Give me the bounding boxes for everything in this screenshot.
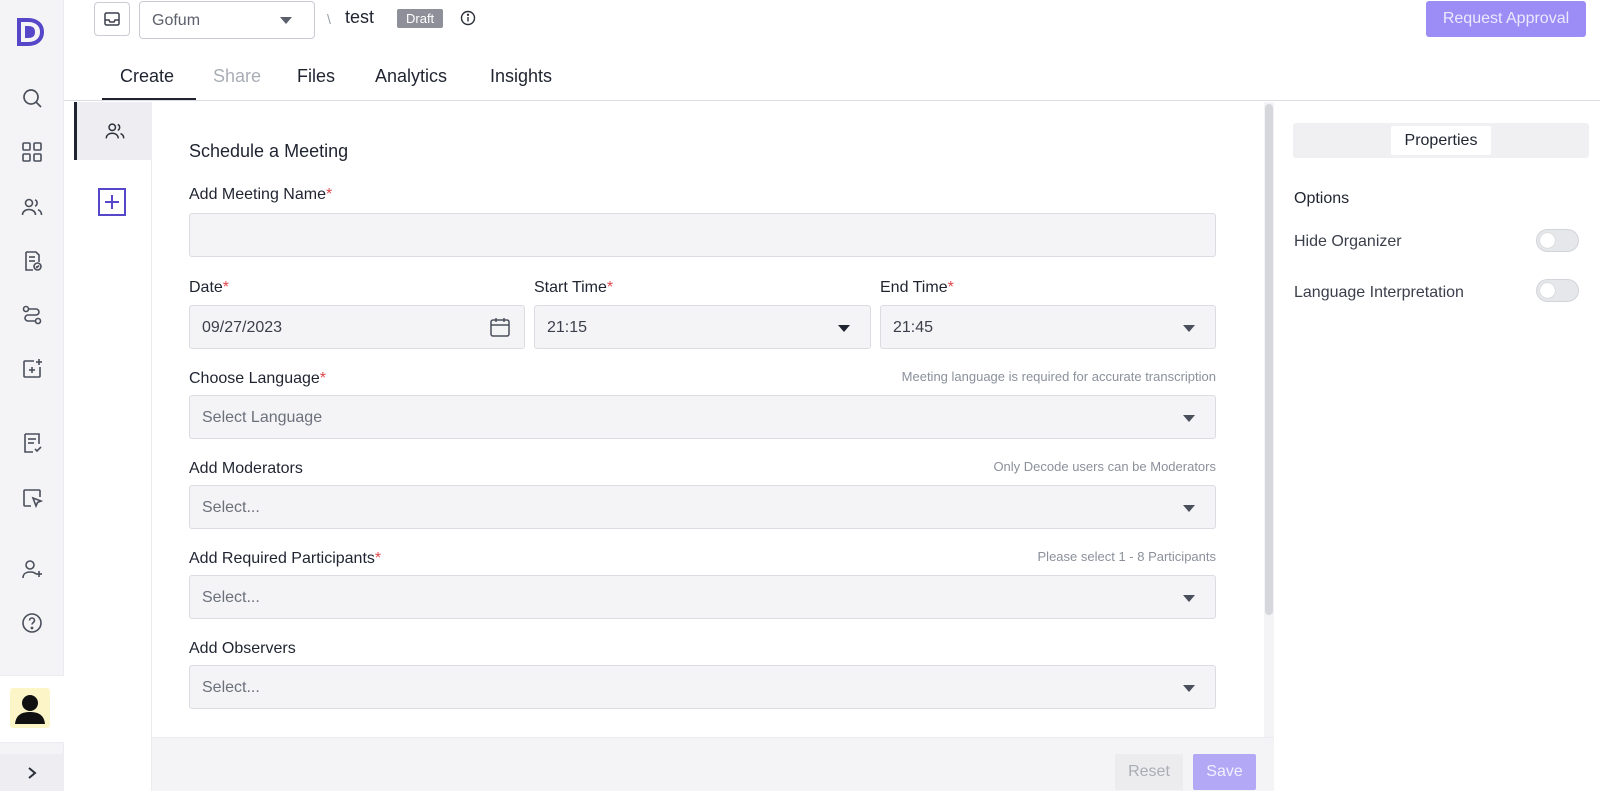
cursor-box-icon[interactable]: [20, 486, 44, 510]
caret-down-icon: [1183, 505, 1195, 512]
request-approval-button[interactable]: Request Approval: [1426, 1, 1586, 37]
tab-share[interactable]: Share: [213, 66, 261, 87]
date-value: 09/27/2023: [202, 319, 283, 336]
caret-down-icon: [838, 325, 850, 332]
start-time-value: 21:15: [547, 319, 588, 336]
top-header: Gofum \ test Draft Request Approval: [64, 0, 1600, 50]
help-icon[interactable]: [20, 611, 44, 635]
scrollbar-thumb[interactable]: [1265, 104, 1273, 615]
participants-select[interactable]: Select...: [189, 575, 1216, 619]
participants-placeholder: Select...: [202, 589, 260, 606]
caret-down-icon: [280, 17, 292, 24]
language-placeholder: Select Language: [202, 409, 323, 426]
moderators-select[interactable]: Select...: [189, 485, 1216, 529]
page-title: test: [345, 7, 375, 27]
add-section-button[interactable]: [98, 188, 126, 216]
language-select[interactable]: Select Language: [189, 395, 1216, 439]
date-field[interactable]: 09/27/2023: [189, 305, 525, 349]
search-icon[interactable]: [20, 86, 44, 110]
language-label: Choose Language*: [189, 370, 327, 387]
avatar[interactable]: [10, 688, 50, 728]
end-time-value: 21:45: [893, 319, 934, 336]
form-footer: [152, 737, 1274, 791]
observers-select[interactable]: Select...: [189, 665, 1216, 709]
calendar-icon[interactable]: [488, 315, 512, 339]
reset-button[interactable]: Reset: [1115, 754, 1183, 790]
participants-label: Add Required Participants*: [189, 550, 382, 567]
inbox-button[interactable]: [94, 2, 130, 36]
active-tab-indicator: [102, 98, 196, 100]
app-logo[interactable]: [15, 17, 45, 52]
moderators-label: Add Moderators: [189, 460, 303, 477]
moderators-hint: Only Decode users can be Moderators: [993, 459, 1216, 474]
tab-properties[interactable]: Properties: [1391, 126, 1491, 155]
language-interpretation-label: Language Interpretation: [1294, 284, 1464, 301]
section-item-meeting[interactable]: [74, 102, 152, 160]
plus-icon: [104, 194, 120, 210]
project-select-value: Gofum: [152, 12, 201, 29]
options-heading: Options: [1294, 190, 1350, 207]
language-interpretation-toggle[interactable]: [1536, 279, 1579, 302]
caret-down-icon: [1183, 685, 1195, 692]
section-rail: [74, 102, 152, 791]
participants-hint: Please select 1 - 8 Participants: [1037, 549, 1216, 564]
observers-placeholder: Select...: [202, 679, 260, 696]
start-time-select[interactable]: 21:15: [534, 305, 871, 349]
save-button[interactable]: Save: [1193, 754, 1256, 790]
add-user-icon[interactable]: [20, 557, 44, 581]
tab-files[interactable]: Files: [297, 66, 335, 87]
date-label: Date*: [189, 279, 230, 296]
project-select[interactable]: Gofum: [139, 1, 315, 39]
meeting-name-label: Add Meeting Name*: [189, 186, 333, 203]
expand-sidebar-button[interactable]: [0, 754, 64, 791]
hide-organizer-toggle[interactable]: [1536, 229, 1579, 252]
add-box-icon[interactable]: [20, 357, 44, 381]
left-rail: [0, 0, 64, 791]
status-badge: Draft: [397, 9, 444, 28]
main-tabs: Create Share Files Analytics Insights: [64, 58, 1600, 101]
end-time-label: End Time*: [880, 279, 954, 296]
user-menu[interactable]: [0, 675, 64, 743]
tab-create[interactable]: Create: [120, 66, 174, 87]
users-icon[interactable]: [20, 195, 44, 219]
route-icon[interactable]: [20, 303, 44, 327]
info-icon[interactable]: [460, 10, 476, 26]
form-title: Schedule a Meeting: [189, 141, 349, 161]
tab-analytics[interactable]: Analytics: [375, 66, 447, 87]
moderators-placeholder: Select...: [202, 499, 260, 516]
grid-icon[interactable]: [20, 140, 44, 164]
start-time-label: Start Time*: [534, 279, 614, 296]
caret-down-icon: [1183, 415, 1195, 422]
tab-insights[interactable]: Insights: [490, 66, 552, 87]
breadcrumb-separator: \: [327, 11, 331, 27]
chevron-right-icon: [25, 766, 39, 780]
hide-organizer-label: Hide Organizer: [1294, 233, 1402, 250]
caret-down-icon: [1183, 595, 1195, 602]
observers-label: Add Observers: [189, 640, 296, 657]
toggle-knob: [1540, 233, 1555, 248]
properties-tabs: Properties: [1293, 123, 1589, 158]
inbox-icon: [102, 9, 122, 29]
users-icon: [104, 120, 126, 142]
document-check-icon[interactable]: [20, 249, 44, 273]
toggle-knob: [1540, 283, 1555, 298]
language-hint: Meeting language is required for accurat…: [901, 369, 1216, 384]
meeting-name-input[interactable]: [189, 213, 1216, 257]
caret-down-icon: [1183, 325, 1195, 332]
end-time-select[interactable]: 21:45: [880, 305, 1216, 349]
checklist-icon[interactable]: [20, 431, 44, 455]
